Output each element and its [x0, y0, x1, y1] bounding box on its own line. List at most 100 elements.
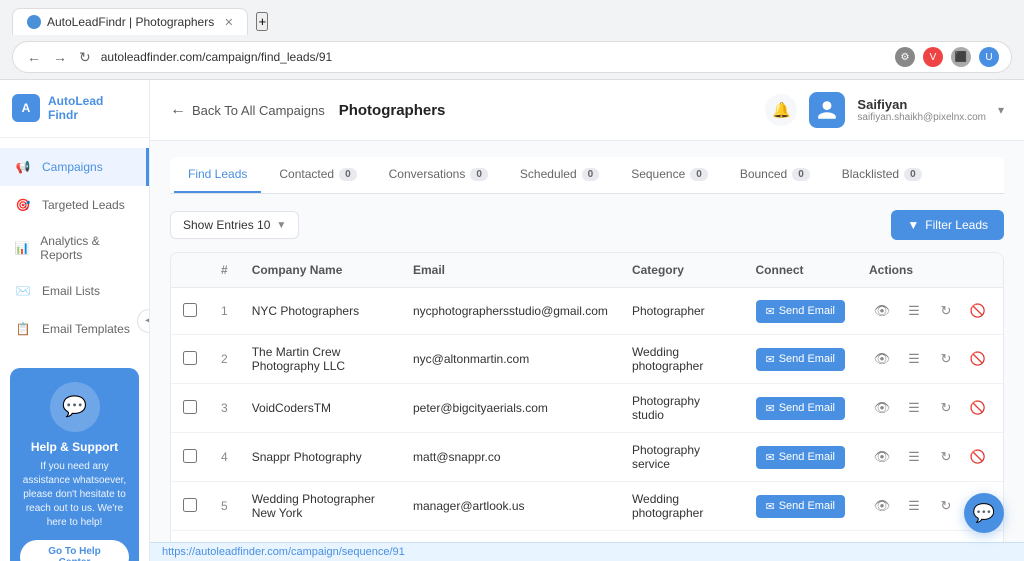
header-email[interactable]: Email: [401, 253, 620, 288]
sidebar-item-analytics[interactable]: 📊 Analytics & Reports: [0, 224, 149, 272]
block-icon[interactable]: 🚫: [965, 298, 991, 324]
header-connect[interactable]: Connect: [744, 253, 857, 288]
tab-scheduled-badge: 0: [582, 168, 600, 181]
back-nav-button[interactable]: ←: [25, 49, 43, 65]
email-templates-icon: 📋: [14, 320, 32, 338]
row-checkbox[interactable]: [183, 400, 197, 414]
refresh-icon[interactable]: ↻: [933, 395, 959, 421]
filter-leads-button[interactable]: ▼ Filter Leads: [891, 210, 1004, 240]
sidebar-item-targeted-leads[interactable]: 🎯 Targeted Leads: [0, 186, 149, 224]
help-avatar-icon: 💬: [50, 382, 100, 432]
avatar: [809, 92, 845, 128]
user-avatar-icon: [816, 99, 838, 121]
address-bar: ← → ↻ autoleadfinder.com/campaign/find_l…: [12, 41, 1012, 73]
help-support-card: 💬 Help & Support If you need any assista…: [10, 368, 139, 561]
tab-conversations[interactable]: Conversations 0: [375, 157, 502, 193]
refresh-icon[interactable]: ↻: [933, 346, 959, 372]
row-checkbox[interactable]: [183, 303, 197, 317]
browser-tab[interactable]: AutoLeadFindr | Photographers ✕: [12, 8, 248, 35]
refresh-icon[interactable]: ↻: [933, 298, 959, 324]
row-connect: ✉ Send Email: [744, 384, 857, 433]
reload-button[interactable]: ↻: [77, 49, 93, 66]
row-connect: ✉ Send Email: [744, 335, 857, 384]
tab-find-leads[interactable]: Find Leads: [174, 157, 261, 193]
tab-bounced[interactable]: Bounced 0: [726, 157, 824, 193]
list-icon[interactable]: ☰: [901, 493, 927, 519]
row-actions: 👁 ☰ ↻ 🚫: [857, 335, 1003, 384]
filter-icon: ▼: [907, 218, 919, 232]
email-icon: ✉: [766, 402, 775, 415]
notification-bell-icon[interactable]: 🔔: [765, 94, 797, 126]
send-email-button[interactable]: ✉ Send Email: [756, 397, 845, 420]
user-email: saifiyan.shaikh@pixelnx.com: [857, 112, 986, 123]
show-entries-select[interactable]: Show Entries 10 ▼: [170, 211, 299, 239]
list-icon[interactable]: ☰: [901, 444, 927, 470]
analytics-icon: 📊: [14, 239, 30, 257]
block-icon[interactable]: 🚫: [965, 395, 991, 421]
list-icon[interactable]: ☰: [901, 395, 927, 421]
tab-bar: AutoLeadFindr | Photographers ✕ +: [12, 8, 1012, 35]
list-icon[interactable]: ☰: [901, 298, 927, 324]
view-icon[interactable]: 👁: [869, 346, 895, 372]
row-company: The Martin Crew Photography LLC: [240, 335, 401, 384]
go-to-help-center-button[interactable]: Go To Help Center: [20, 540, 129, 561]
new-tab-button[interactable]: +: [256, 12, 268, 31]
tab-sequence-label: Sequence: [631, 167, 685, 181]
row-checkbox[interactable]: [183, 498, 197, 512]
table-row: 4 Snappr Photography matt@snappr.co Phot…: [171, 433, 1003, 482]
row-checkbox-cell: [171, 288, 209, 335]
row-company: NYC Photographers: [240, 288, 401, 335]
close-tab-icon[interactable]: ✕: [224, 16, 233, 29]
row-category: Photography studio: [620, 384, 744, 433]
logo-text: AutoLead Findr: [48, 94, 103, 123]
block-icon[interactable]: 🚫: [965, 444, 991, 470]
profile-icon[interactable]: U: [979, 47, 999, 67]
view-icon[interactable]: 👁: [869, 298, 895, 324]
chat-bubble-button[interactable]: 💬: [964, 493, 1004, 533]
view-icon[interactable]: 👁: [869, 493, 895, 519]
tab-contacted-label: Contacted: [279, 167, 334, 181]
url-display[interactable]: autoleadfinder.com/campaign/find_leads/9…: [101, 50, 887, 64]
tab-bounced-label: Bounced: [740, 167, 787, 181]
header-checkbox-cell: [171, 253, 209, 288]
extensions-icon[interactable]: ⬛: [951, 47, 971, 67]
list-icon[interactable]: ☰: [901, 346, 927, 372]
status-bar: https://autoleadfinder.com/campaign/sequ…: [150, 542, 1024, 561]
campaigns-icon: 📢: [14, 158, 32, 176]
send-email-button[interactable]: ✉ Send Email: [756, 348, 845, 371]
sidebar-item-email-lists[interactable]: ✉️ Email Lists: [0, 272, 149, 310]
vivaldi-icon[interactable]: V: [923, 47, 943, 67]
tab-sequence[interactable]: Sequence 0: [617, 157, 722, 193]
row-checkbox[interactable]: [183, 351, 197, 365]
row-actions: 👁 ☰ ↻ 🚫: [857, 433, 1003, 482]
sidebar-item-campaigns[interactable]: 📢 Campaigns: [0, 148, 149, 186]
sidebar-item-email-templates[interactable]: 📋 Email Templates: [0, 310, 149, 348]
settings-icon[interactable]: ⚙: [895, 47, 915, 67]
back-to-campaigns-button[interactable]: ← Back To All Campaigns: [170, 101, 325, 119]
tab-contacted[interactable]: Contacted 0: [265, 157, 370, 193]
forward-nav-button[interactable]: →: [51, 49, 69, 65]
logo-auto: Auto: [48, 94, 75, 108]
send-email-button[interactable]: ✉ Send Email: [756, 446, 845, 469]
view-icon[interactable]: 👁: [869, 395, 895, 421]
row-connect: ✉ Send Email: [744, 433, 857, 482]
email-lists-icon: ✉️: [14, 282, 32, 300]
send-email-button[interactable]: ✉ Send Email: [756, 495, 845, 518]
page-title: Photographers: [339, 102, 446, 119]
refresh-icon[interactable]: ↻: [933, 444, 959, 470]
refresh-icon[interactable]: ↻: [933, 493, 959, 519]
row-email: matt@snappr.co: [401, 433, 620, 482]
tab-scheduled[interactable]: Scheduled 0: [506, 157, 613, 193]
header-company-name[interactable]: Company Name: [240, 253, 401, 288]
header-category[interactable]: Category: [620, 253, 744, 288]
tab-blacklisted[interactable]: Blacklisted 0: [828, 157, 936, 193]
send-email-button[interactable]: ✉ Send Email: [756, 300, 845, 323]
row-checkbox[interactable]: [183, 449, 197, 463]
header-right: 🔔 Saifiyan saifiyan.shaikh@pixelnx.com ▾: [765, 92, 1004, 128]
view-icon[interactable]: 👁: [869, 444, 895, 470]
user-dropdown-arrow-icon[interactable]: ▾: [998, 103, 1004, 117]
row-category: Wedding photographer: [620, 482, 744, 531]
block-icon[interactable]: 🚫: [965, 346, 991, 372]
tab-sequence-badge: 0: [690, 168, 708, 181]
tab-bounced-badge: 0: [792, 168, 810, 181]
